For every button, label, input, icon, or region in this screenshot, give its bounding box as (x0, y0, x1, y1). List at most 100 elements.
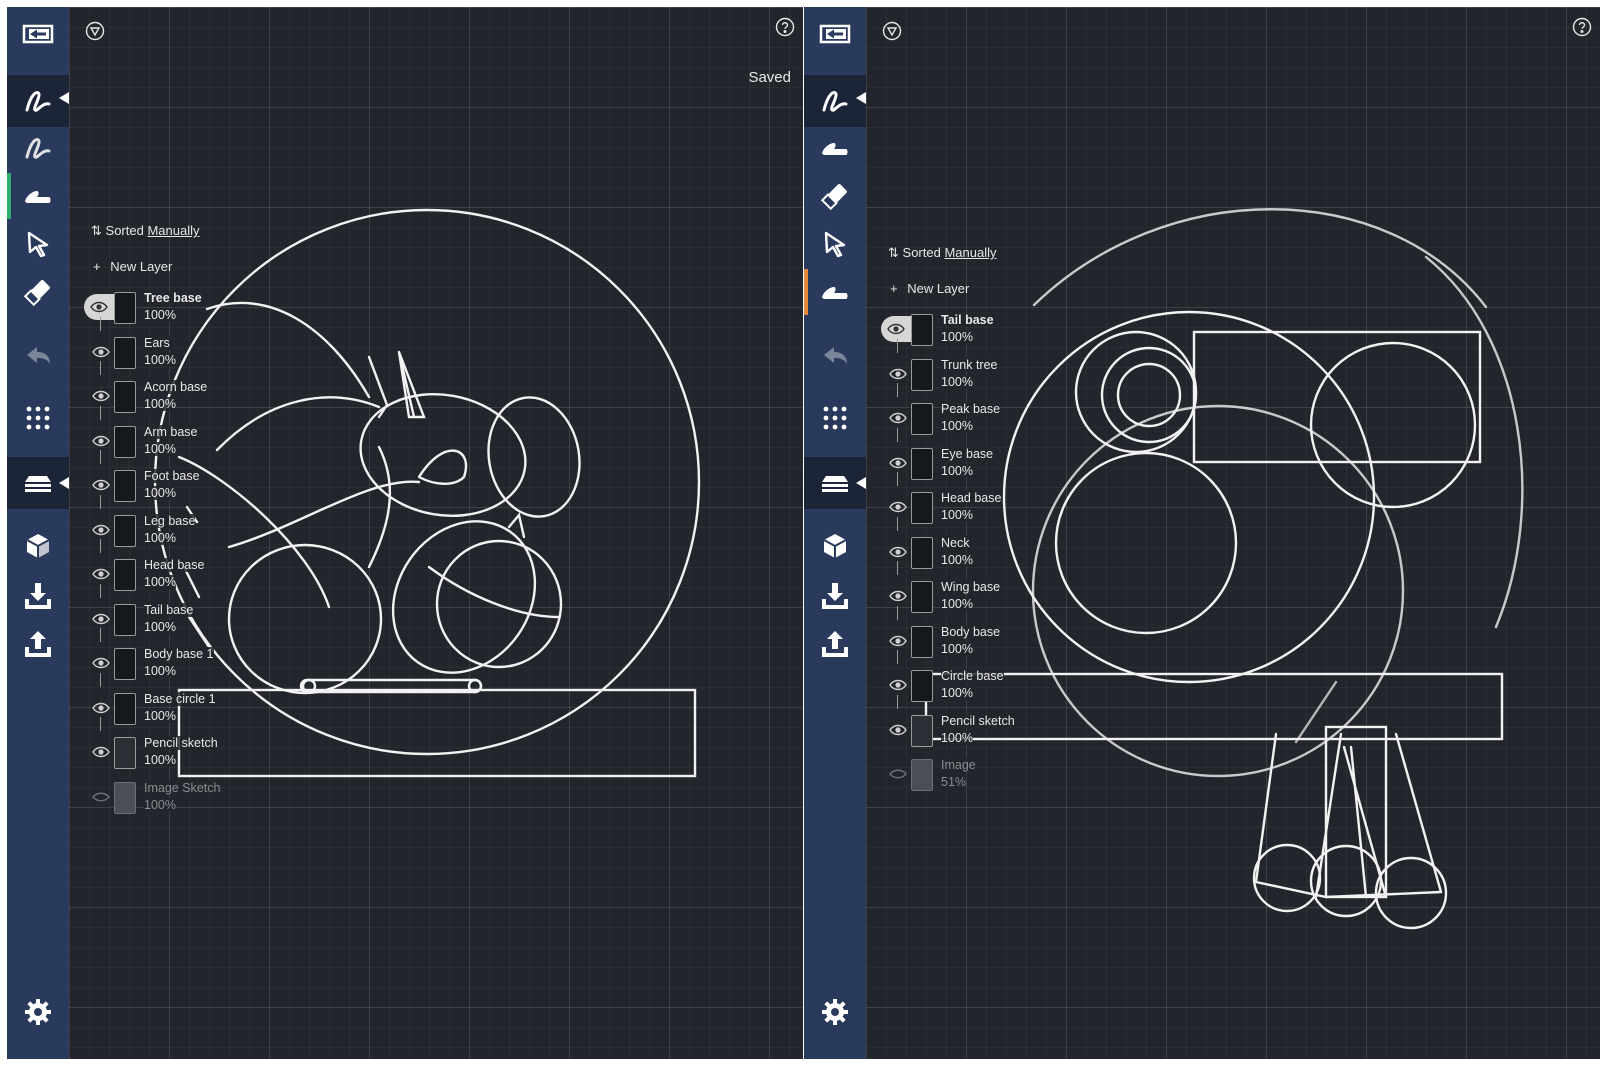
layer-opacity: 100% (941, 508, 973, 522)
new-layer-button[interactable]: + New Layer (890, 281, 969, 296)
layer-opacity: 100% (941, 330, 973, 344)
eye-icon[interactable] (885, 583, 911, 609)
eye-icon[interactable] (88, 739, 114, 765)
eye-icon[interactable] (88, 695, 114, 721)
model-button[interactable] (804, 523, 866, 569)
eye-icon[interactable] (88, 472, 114, 498)
smudge-tool[interactable] (804, 125, 866, 171)
eye-icon[interactable] (885, 539, 911, 565)
import-button[interactable] (7, 573, 69, 619)
eye-icon[interactable] (88, 650, 114, 676)
eye-icon[interactable] (885, 450, 911, 476)
settings-button[interactable] (804, 989, 866, 1035)
eye-icon[interactable] (881, 316, 911, 342)
filter-icon[interactable] (882, 21, 902, 41)
eye-icon[interactable] (885, 628, 911, 654)
back-button[interactable] (7, 11, 69, 57)
layer-thumbnail (114, 692, 136, 725)
layers-caret-icon (59, 477, 69, 489)
eye-icon[interactable] (84, 294, 114, 320)
layer-thumbnail (911, 625, 933, 658)
settings-button[interactable] (7, 989, 69, 1035)
brush-secondary-tool[interactable] (7, 125, 69, 171)
eye-icon[interactable] (88, 517, 114, 543)
eye-icon[interactable] (88, 606, 114, 632)
selection-tool[interactable] (7, 221, 69, 267)
eye-closed-icon[interactable] (88, 784, 114, 810)
layer-name: Peak base (941, 402, 1001, 416)
layer-opacity: 100% (941, 463, 973, 478)
tools-menu-button[interactable] (804, 395, 866, 441)
drawing-canvas[interactable]: ⇅ Sorted Manually + New Layer Tail base 1… (866, 7, 1600, 1059)
model-button[interactable] (7, 523, 69, 569)
layer-thumbnail (911, 759, 933, 791)
right-app-panel: ⇅ Sorted Manually + New Layer Tail base 1… (804, 7, 1600, 1059)
import-button[interactable] (804, 573, 866, 619)
eraser-tool[interactable] (7, 269, 69, 315)
undo-button[interactable] (7, 333, 69, 379)
layer-thumbnail (114, 292, 136, 324)
help-icon[interactable] (775, 17, 795, 37)
undo-icon (27, 347, 50, 364)
eye-icon[interactable] (88, 428, 114, 454)
sort-order-control[interactable]: ⇅ Sorted Manually (91, 223, 200, 239)
layers-icon (822, 476, 848, 492)
layer-thumbnail (114, 470, 136, 502)
layer-name: Leg base (144, 513, 196, 528)
filter-icon[interactable] (85, 21, 105, 41)
selection-tool[interactable] (804, 221, 866, 267)
help-icon[interactable] (1572, 17, 1592, 37)
layer-opacity: 100% (144, 530, 176, 545)
layer-name: Trunk tree (941, 357, 998, 372)
eraser-tool[interactable] (804, 173, 866, 219)
layer-opacity: 100% (144, 797, 176, 812)
export-button[interactable] (804, 621, 866, 667)
eye-icon[interactable] (885, 494, 911, 520)
sort-prefix: Sorted (105, 223, 144, 238)
eye-icon[interactable] (885, 405, 911, 431)
layer-name: Ears (144, 335, 170, 350)
layer-opacity: 100% (941, 641, 973, 656)
layer-name: Tail base (941, 313, 994, 327)
layer-opacity: 100% (941, 686, 973, 700)
layer-opacity: 100% (144, 664, 176, 678)
eye-closed-icon[interactable] (885, 761, 911, 787)
drawing-canvas[interactable]: Saved ⇅ Sorted Manually + New Layer Tree… (69, 7, 803, 1059)
smudge-icon (25, 191, 51, 203)
new-layer-label: New Layer (907, 281, 970, 296)
grid-menu-icon (823, 406, 847, 430)
layer-name: Image Sketch (144, 780, 221, 795)
layer-thumbnail (911, 536, 933, 569)
tools-menu-button[interactable] (7, 395, 69, 441)
sort-order-control[interactable]: ⇅ Sorted Manually (888, 245, 997, 261)
brush-caret-icon (856, 92, 866, 104)
layer-name: Circle base (941, 669, 1004, 683)
eraser-icon (23, 280, 50, 307)
selection-icon (824, 231, 846, 258)
grid-menu-icon (26, 406, 50, 430)
plus-icon: + (890, 281, 898, 296)
eye-icon[interactable] (88, 561, 114, 587)
import-icon (25, 583, 51, 609)
back-icon (22, 24, 54, 44)
undo-button[interactable] (804, 333, 866, 379)
layer-name: Acorn base (144, 380, 208, 394)
toucan-construction-drawing (924, 208, 1524, 930)
eye-icon[interactable] (885, 717, 911, 743)
export-button[interactable] (7, 621, 69, 667)
sort-mode-link[interactable]: Manually (147, 223, 199, 238)
back-button[interactable] (804, 11, 866, 57)
smudge-secondary-tool[interactable] (804, 269, 866, 315)
layer-thumbnail (114, 781, 136, 814)
model-icon (26, 534, 50, 558)
eye-icon[interactable] (885, 672, 911, 698)
settings-icon (822, 999, 848, 1025)
smudge-tool[interactable] (7, 173, 69, 219)
back-icon (819, 24, 851, 44)
new-layer-button[interactable]: + New Layer (93, 259, 172, 274)
eye-icon[interactable] (88, 339, 114, 365)
layer-thumbnail (114, 648, 136, 680)
eye-icon[interactable] (88, 383, 114, 409)
eye-icon[interactable] (885, 361, 911, 387)
sort-mode-link[interactable]: Manually (944, 245, 996, 260)
